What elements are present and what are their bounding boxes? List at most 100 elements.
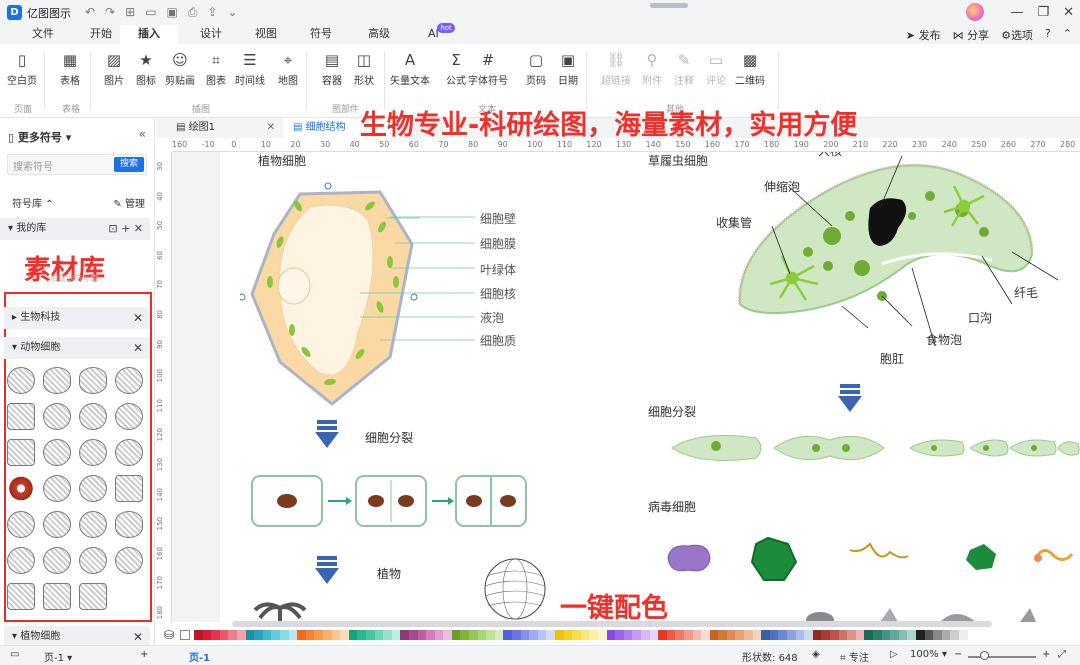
ribbon-button-1[interactable]: ▦ 表格 xyxy=(50,50,90,87)
color-swatch[interactable] xyxy=(228,629,238,640)
symbol-thumbnail[interactable] xyxy=(7,439,35,466)
color-swatch[interactable] xyxy=(701,629,710,640)
color-swatch[interactable] xyxy=(469,629,478,640)
color-swatch[interactable] xyxy=(950,629,959,640)
focus-button[interactable]: ⌗ 专注 xyxy=(840,649,869,664)
menu-item-5[interactable]: 符号 xyxy=(300,25,342,44)
zoom-dropdown-icon[interactable]: ▾ xyxy=(942,649,947,660)
color-swatch[interactable] xyxy=(331,629,341,640)
symbol-thumbnail[interactable] xyxy=(7,547,35,574)
color-swatch[interactable] xyxy=(555,629,564,640)
color-swatch[interactable] xyxy=(787,629,796,640)
options-button[interactable]: ⚙选项 xyxy=(1001,27,1033,43)
color-swatch[interactable] xyxy=(907,629,916,640)
symbol-thumbnail[interactable] xyxy=(7,511,35,538)
redo-icon[interactable]: ↷ xyxy=(105,5,115,20)
export-icon[interactable]: ⇪ xyxy=(207,5,217,20)
color-swatch[interactable] xyxy=(640,629,650,640)
canvas-area[interactable]: 植物细胞 细胞壁 细胞膜 叶绿体 细胞核 液泡 细胞质 细胞分裂 植物 草履虫细… xyxy=(172,152,1080,622)
color-swatch[interactable] xyxy=(357,629,366,640)
close-icon[interactable]: ✕ xyxy=(267,118,275,138)
color-swatch[interactable] xyxy=(933,629,942,640)
symbol-lib-toggle[interactable]: 符号库 ⌃ xyxy=(12,195,54,210)
handle-dot[interactable] xyxy=(324,182,332,190)
menu-item-4[interactable]: 视图 xyxy=(245,25,287,44)
tab-drawing1[interactable]: ▤ 绘图1 ✕ xyxy=(166,118,281,138)
color-swatch[interactable] xyxy=(494,629,504,640)
color-swatch[interactable] xyxy=(374,629,384,640)
zoom-slider-track[interactable] xyxy=(968,656,1036,658)
color-swatch[interactable] xyxy=(804,629,813,640)
more-icon[interactable]: ⌄ xyxy=(228,5,238,20)
color-swatch[interactable] xyxy=(280,629,289,640)
ribbon-button-10[interactable]: A 矢量文本 xyxy=(390,50,430,87)
window-drag-handle[interactable] xyxy=(650,3,688,8)
avatar[interactable] xyxy=(966,3,985,21)
color-swatch[interactable] xyxy=(383,629,392,640)
sidebar-title[interactable]: ▯ 更多符号 ▾ xyxy=(8,129,71,145)
page-selector[interactable]: 页-1 ▾ xyxy=(44,649,72,664)
symbol-thumbnail[interactable] xyxy=(115,475,143,502)
color-swatch[interactable] xyxy=(890,629,899,640)
close-icon[interactable]: ✕ xyxy=(134,222,143,235)
color-swatch[interactable] xyxy=(924,629,934,640)
color-swatch[interactable] xyxy=(623,629,633,640)
diagram-page[interactable]: 植物细胞 细胞壁 细胞膜 叶绿体 细胞核 液泡 细胞质 细胞分裂 植物 草履虫细… xyxy=(220,152,1080,622)
color-swatch[interactable] xyxy=(288,629,298,640)
import-icon[interactable]: ⊡ xyxy=(108,222,117,235)
symbol-thumbnail[interactable] xyxy=(43,511,71,538)
menu-item-7[interactable]: AI hot xyxy=(418,23,455,44)
color-swatch[interactable] xyxy=(400,629,409,640)
page-tab[interactable]: 页-1 xyxy=(189,649,210,664)
ribbon-button-14[interactable]: ▣ 日期 xyxy=(548,50,588,87)
section-animal-cell[interactable]: ▾ 动物细胞 ✕ xyxy=(4,337,150,359)
ribbon-button-4[interactable]: ☺ 剪贴画 xyxy=(160,50,200,87)
symbol-thumbnail[interactable] xyxy=(115,367,143,394)
close-icon[interactable]: ✕ xyxy=(133,307,143,329)
fill-bucket-icon[interactable]: ⛁ xyxy=(164,628,174,642)
ribbon-button-7[interactable]: ⌖ 地图 xyxy=(268,50,308,87)
save-icon[interactable]: ▣ xyxy=(167,5,178,20)
symbol-thumbnail[interactable] xyxy=(43,403,71,430)
color-swatch[interactable] xyxy=(426,629,435,640)
virus-diagrams[interactable] xyxy=(660,534,1080,584)
menu-item-1[interactable]: 开始 xyxy=(80,25,122,44)
symbol-thumbnail[interactable] xyxy=(7,403,35,430)
color-swatch[interactable] xyxy=(314,629,323,640)
color-swatch[interactable] xyxy=(855,629,865,640)
symbol-thumbnail[interactable] xyxy=(79,475,107,502)
color-swatch[interactable] xyxy=(615,629,624,640)
no-color-swatch[interactable] xyxy=(180,629,191,640)
symbol-thumbnail[interactable] xyxy=(79,403,107,430)
ribbon-button-6[interactable]: ☰ 时间线 xyxy=(230,50,270,87)
ribbon-button-15[interactable]: ⛓ 超链接 xyxy=(596,50,636,87)
symbol-thumbnail[interactable] xyxy=(115,403,143,430)
color-swatch[interactable] xyxy=(486,629,495,640)
color-swatch[interactable] xyxy=(580,629,590,640)
color-swatch[interactable] xyxy=(460,629,470,640)
color-swatch[interactable] xyxy=(194,629,203,640)
collapse-ribbon-icon[interactable]: ⌃ xyxy=(1063,27,1072,43)
color-swatch[interactable] xyxy=(597,629,607,640)
share-button[interactable]: ⋈ 分享 xyxy=(953,27,990,43)
section-biotech[interactable]: ▸ 生物科技 ✕ xyxy=(4,307,150,329)
undo-icon[interactable]: ↶ xyxy=(85,5,95,20)
layers-icon[interactable]: ◈ xyxy=(812,649,820,660)
color-swatch[interactable] xyxy=(297,629,306,640)
color-swatch[interactable] xyxy=(769,629,779,640)
color-swatch[interactable] xyxy=(958,629,968,640)
color-swatch[interactable] xyxy=(408,629,418,640)
color-swatch[interactable] xyxy=(237,629,246,640)
color-swatch[interactable] xyxy=(262,629,272,640)
color-swatch[interactable] xyxy=(546,629,555,640)
add-icon[interactable]: + xyxy=(121,222,130,235)
paramecium-division-diagram[interactable] xyxy=(670,428,1080,468)
new-file-icon[interactable]: ⊞ xyxy=(125,5,135,20)
color-swatch[interactable] xyxy=(434,629,444,640)
color-swatch[interactable] xyxy=(872,629,882,640)
menu-item-6[interactable]: 高级 xyxy=(358,25,400,44)
color-swatch[interactable] xyxy=(735,629,745,640)
page-layout-icon[interactable]: ▭ xyxy=(10,649,19,660)
close-icon[interactable]: ✕ xyxy=(133,337,143,359)
color-swatch[interactable] xyxy=(211,629,220,640)
